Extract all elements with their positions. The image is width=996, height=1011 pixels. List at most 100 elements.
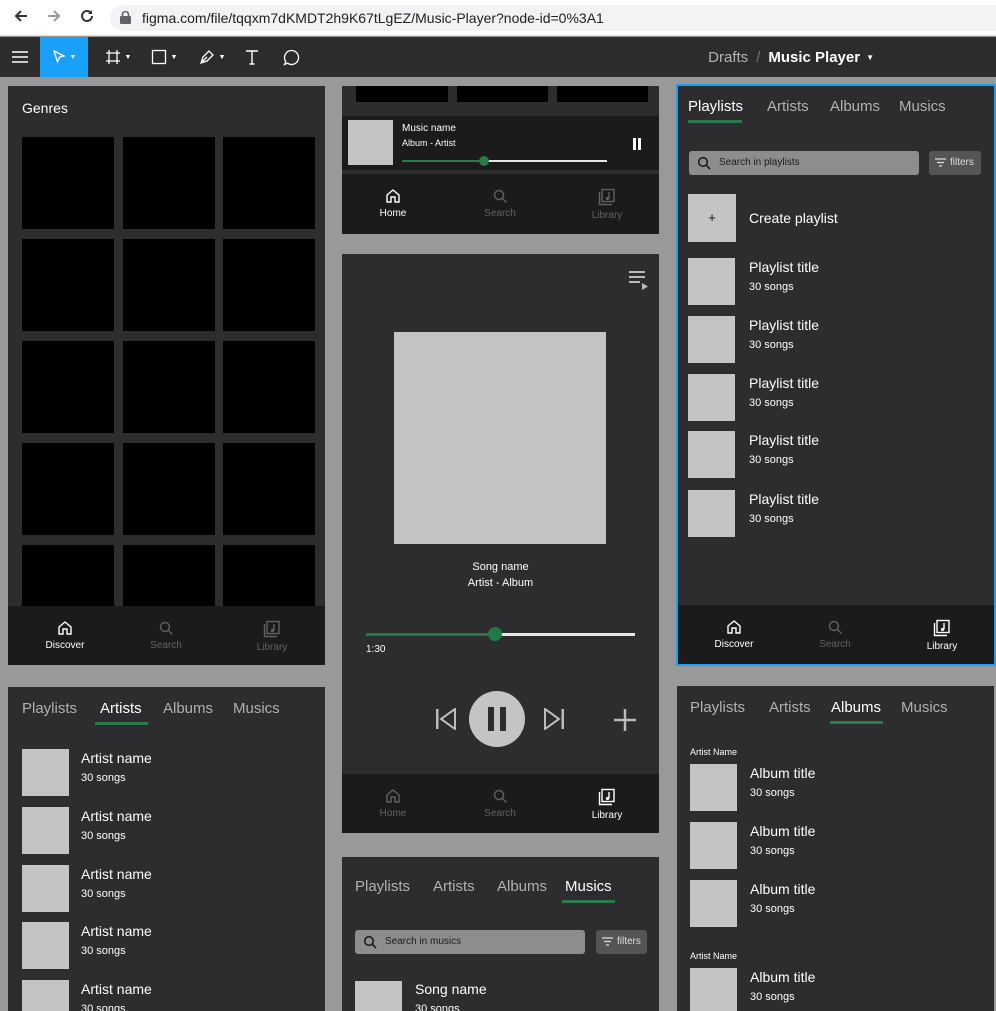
mini-player[interactable]: Music name Album - Artist <box>342 116 659 170</box>
rectangle-icon <box>151 49 166 65</box>
genre-tile[interactable] <box>22 239 114 331</box>
skip-next-icon[interactable] <box>543 708 565 730</box>
genre-tile[interactable] <box>123 137 215 229</box>
tab-musics[interactable]: Musics <box>901 699 948 716</box>
create-playlist-icon[interactable]: + <box>688 194 736 242</box>
pause-icon[interactable] <box>632 138 642 150</box>
playlist-cover <box>688 374 735 421</box>
tab-albums[interactable]: Albums <box>831 699 881 716</box>
forward-button[interactable] <box>44 8 64 28</box>
tab-albums[interactable]: Albums <box>497 878 547 895</box>
genre-tile[interactable] <box>123 443 215 535</box>
genre-tile[interactable] <box>223 341 315 433</box>
tab-albums[interactable]: Albums <box>163 700 213 717</box>
genre-tile[interactable] <box>356 86 448 102</box>
comment-tool-button[interactable] <box>279 37 303 77</box>
genre-tile[interactable] <box>22 341 114 433</box>
progress-track[interactable] <box>366 627 635 641</box>
tab-playlists[interactable]: Playlists <box>355 878 410 895</box>
nav-home[interactable]: Home <box>348 774 438 833</box>
genre-tile[interactable] <box>223 443 315 535</box>
pen-tool-button[interactable]: ▼ <box>192 37 232 77</box>
playlist-title[interactable]: Playlist title <box>749 259 819 275</box>
now-playing-frame: Song name Artist - Album 1:30 Home Searc… <box>342 254 659 833</box>
album-title[interactable]: Album title <box>750 881 815 897</box>
genre-tile[interactable] <box>223 239 315 331</box>
chevron-down-icon: ▼ <box>170 53 178 61</box>
move-tool-button[interactable]: ▼ <box>40 37 88 77</box>
filters-button[interactable]: filters <box>929 151 981 175</box>
tab-musics[interactable]: Musics <box>565 878 612 895</box>
nav-discover[interactable]: Discover <box>689 605 779 664</box>
playlist-subtitle: 30 songs <box>749 513 794 525</box>
artist-name[interactable]: Artist name <box>81 981 152 997</box>
shape-tool-button[interactable]: ▼ <box>144 37 184 77</box>
nav-discover[interactable]: Discover <box>20 606 110 665</box>
cursor-icon <box>52 50 66 64</box>
mini-progress-knob[interactable] <box>479 156 489 166</box>
chevron-down-icon[interactable]: ▼ <box>866 53 874 62</box>
nav-library[interactable]: Library <box>227 606 317 665</box>
artist-name[interactable]: Artist name <box>81 866 152 882</box>
tab-artists[interactable]: Artists <box>767 98 809 115</box>
frame-tool-button[interactable]: ▼ <box>98 37 138 77</box>
song-title[interactable]: Song name <box>415 981 487 997</box>
breadcrumb-drafts[interactable]: Drafts <box>708 49 748 66</box>
url-field[interactable]: figma.com/file/tqqxm7dKMDT2h9K67tLgEZ/Mu… <box>110 5 996 31</box>
artist-name[interactable]: Artist name <box>81 923 152 939</box>
main-menu-button[interactable] <box>0 37 40 77</box>
playlist-title[interactable]: Playlist title <box>749 317 819 333</box>
search-input[interactable]: Search in playlists <box>689 151 919 175</box>
nav-home[interactable]: Home <box>348 174 438 234</box>
genre-tile[interactable] <box>22 443 114 535</box>
nav-search[interactable]: Search <box>455 774 545 833</box>
artist-name[interactable]: Artist name <box>81 808 152 824</box>
filters-button[interactable]: filters <box>596 930 647 954</box>
progress-knob[interactable] <box>488 627 502 641</box>
playlists-frame[interactable]: Playlists Artists Albums Musics Search i… <box>676 84 996 666</box>
skip-previous-icon[interactable] <box>435 708 457 730</box>
genre-tile[interactable] <box>123 239 215 331</box>
tab-musics[interactable]: Musics <box>233 700 280 717</box>
mini-progress-track[interactable] <box>402 156 607 166</box>
nav-search[interactable]: Search <box>121 606 211 665</box>
add-icon[interactable] <box>614 709 636 731</box>
tab-musics[interactable]: Musics <box>899 98 946 115</box>
album-title[interactable]: Album title <box>750 823 815 839</box>
playlist-title[interactable]: Playlist title <box>749 432 819 448</box>
artist-name[interactable]: Artist name <box>81 750 152 766</box>
nav-search[interactable]: Search <box>790 605 880 664</box>
play-pause-button[interactable] <box>469 691 525 747</box>
search-input[interactable]: Search in musics <box>355 930 585 954</box>
nav-library[interactable]: Library <box>897 605 987 664</box>
tab-artists[interactable]: Artists <box>100 700 142 717</box>
genre-tile[interactable] <box>557 86 648 102</box>
back-button[interactable] <box>11 8 31 28</box>
tab-artists[interactable]: Artists <box>433 878 475 895</box>
home-icon <box>386 189 400 203</box>
text-tool-button[interactable] <box>240 37 264 77</box>
nav-library[interactable]: Library <box>562 774 652 833</box>
genre-tile[interactable] <box>223 137 315 229</box>
reload-button[interactable] <box>77 8 97 28</box>
playlist-title[interactable]: Playlist title <box>749 491 819 507</box>
search-placeholder: Search in playlists <box>719 157 800 168</box>
genre-tile[interactable] <box>22 137 114 229</box>
nav-search[interactable]: Search <box>455 174 545 234</box>
genre-tile[interactable] <box>457 86 548 102</box>
tab-playlists[interactable]: Playlists <box>688 98 743 115</box>
create-playlist-button[interactable]: Create playlist <box>749 210 838 226</box>
nav-library[interactable]: Library <box>562 174 652 234</box>
album-title[interactable]: Album title <box>750 765 815 781</box>
file-name[interactable]: Music Player <box>768 49 860 66</box>
queue-icon[interactable] <box>628 270 650 290</box>
tab-artists[interactable]: Artists <box>769 699 811 716</box>
tab-playlists[interactable]: Playlists <box>690 699 745 716</box>
genre-tile[interactable] <box>123 341 215 433</box>
tab-playlists[interactable]: Playlists <box>22 700 77 717</box>
playlist-title[interactable]: Playlist title <box>749 375 819 391</box>
tab-albums[interactable]: Albums <box>830 98 880 115</box>
album-title[interactable]: Album title <box>750 969 815 985</box>
chevron-down-icon: ▼ <box>124 53 132 61</box>
artists-frame: Playlists Artists Albums Musics Artist n… <box>8 687 325 1011</box>
